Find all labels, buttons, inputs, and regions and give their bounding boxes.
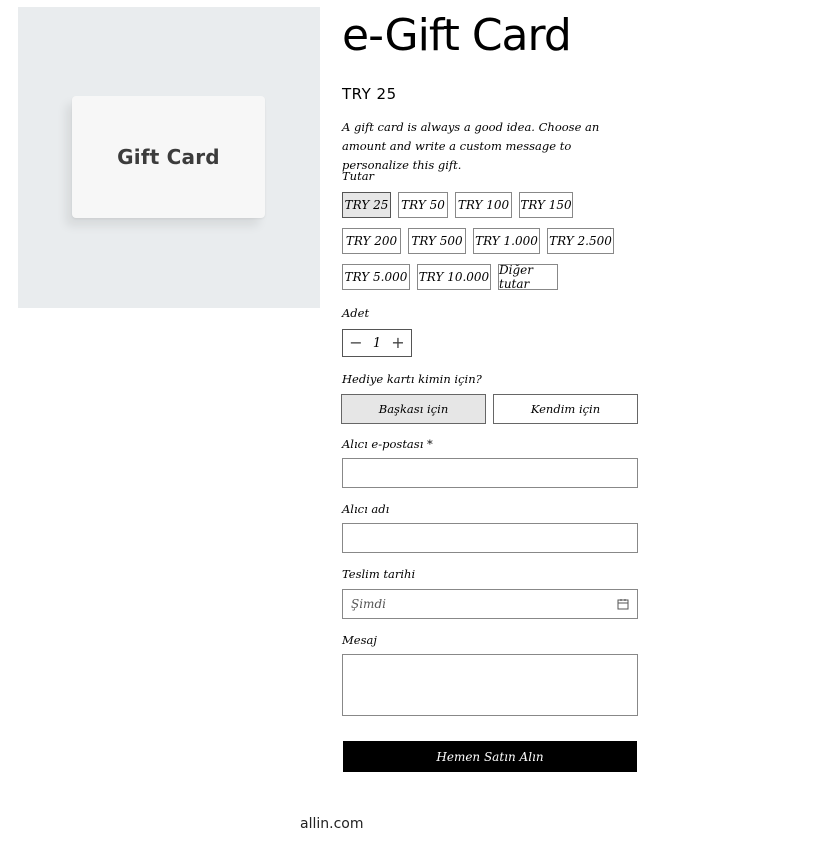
footer-domain[interactable]: allin.com (300, 816, 363, 832)
amount-label: Tutar (342, 169, 375, 183)
minus-icon[interactable]: − (349, 335, 363, 351)
recipient-myself-button[interactable]: Kendim için (493, 394, 638, 424)
recipient-type-label: Hediye kartı kimin için? (342, 372, 482, 386)
delivery-date-label: Teslim tarihi (342, 567, 416, 581)
amount-option-50[interactable]: TRY 50 (398, 192, 448, 218)
recipient-name-label: Alıcı adı (342, 502, 390, 516)
delivery-date-value: Şimdi (351, 597, 386, 611)
amount-option-5000[interactable]: TRY 5.000 (342, 264, 410, 290)
amount-option-1000[interactable]: TRY 1.000 (473, 228, 540, 254)
product-image: Gift Card (18, 7, 320, 308)
amount-option-150[interactable]: TRY 150 (519, 192, 573, 218)
message-field[interactable] (342, 654, 638, 716)
gift-card-text: Gift Card (117, 145, 220, 169)
amount-option-100[interactable]: TRY 100 (455, 192, 512, 218)
calendar-icon[interactable] (617, 595, 629, 614)
quantity-stepper: − 1 + (342, 329, 412, 357)
recipient-email-label: Alıcı e-postası * (342, 437, 433, 451)
product-title: e-Gift Card (342, 10, 572, 61)
amount-option-10000[interactable]: TRY 10.000 (417, 264, 491, 290)
delivery-date-field[interactable]: Şimdi (342, 589, 638, 619)
amount-option-custom[interactable]: Diğer tutar (498, 263, 558, 291)
amount-option-200[interactable]: TRY 200 (342, 228, 401, 254)
quantity-label: Adet (342, 306, 370, 320)
recipient-someone-else-button[interactable]: Başkası için (341, 394, 486, 424)
amount-option-2500[interactable]: TRY 2.500 (547, 228, 614, 254)
product-description: A gift card is always a good idea. Choos… (342, 120, 600, 172)
gift-card-graphic: Gift Card (72, 96, 265, 218)
plus-icon[interactable]: + (391, 335, 405, 351)
message-label: Mesaj (342, 633, 377, 647)
recipient-email-field[interactable] (342, 458, 638, 488)
recipient-name-field[interactable] (342, 523, 638, 553)
amount-option-25[interactable]: TRY 25 (342, 192, 391, 218)
buy-now-button[interactable]: Hemen Satın Alın (343, 741, 637, 772)
quantity-value[interactable]: 1 (373, 336, 381, 351)
amount-option-500[interactable]: TRY 500 (408, 228, 466, 254)
product-price: TRY 25 (342, 85, 397, 103)
